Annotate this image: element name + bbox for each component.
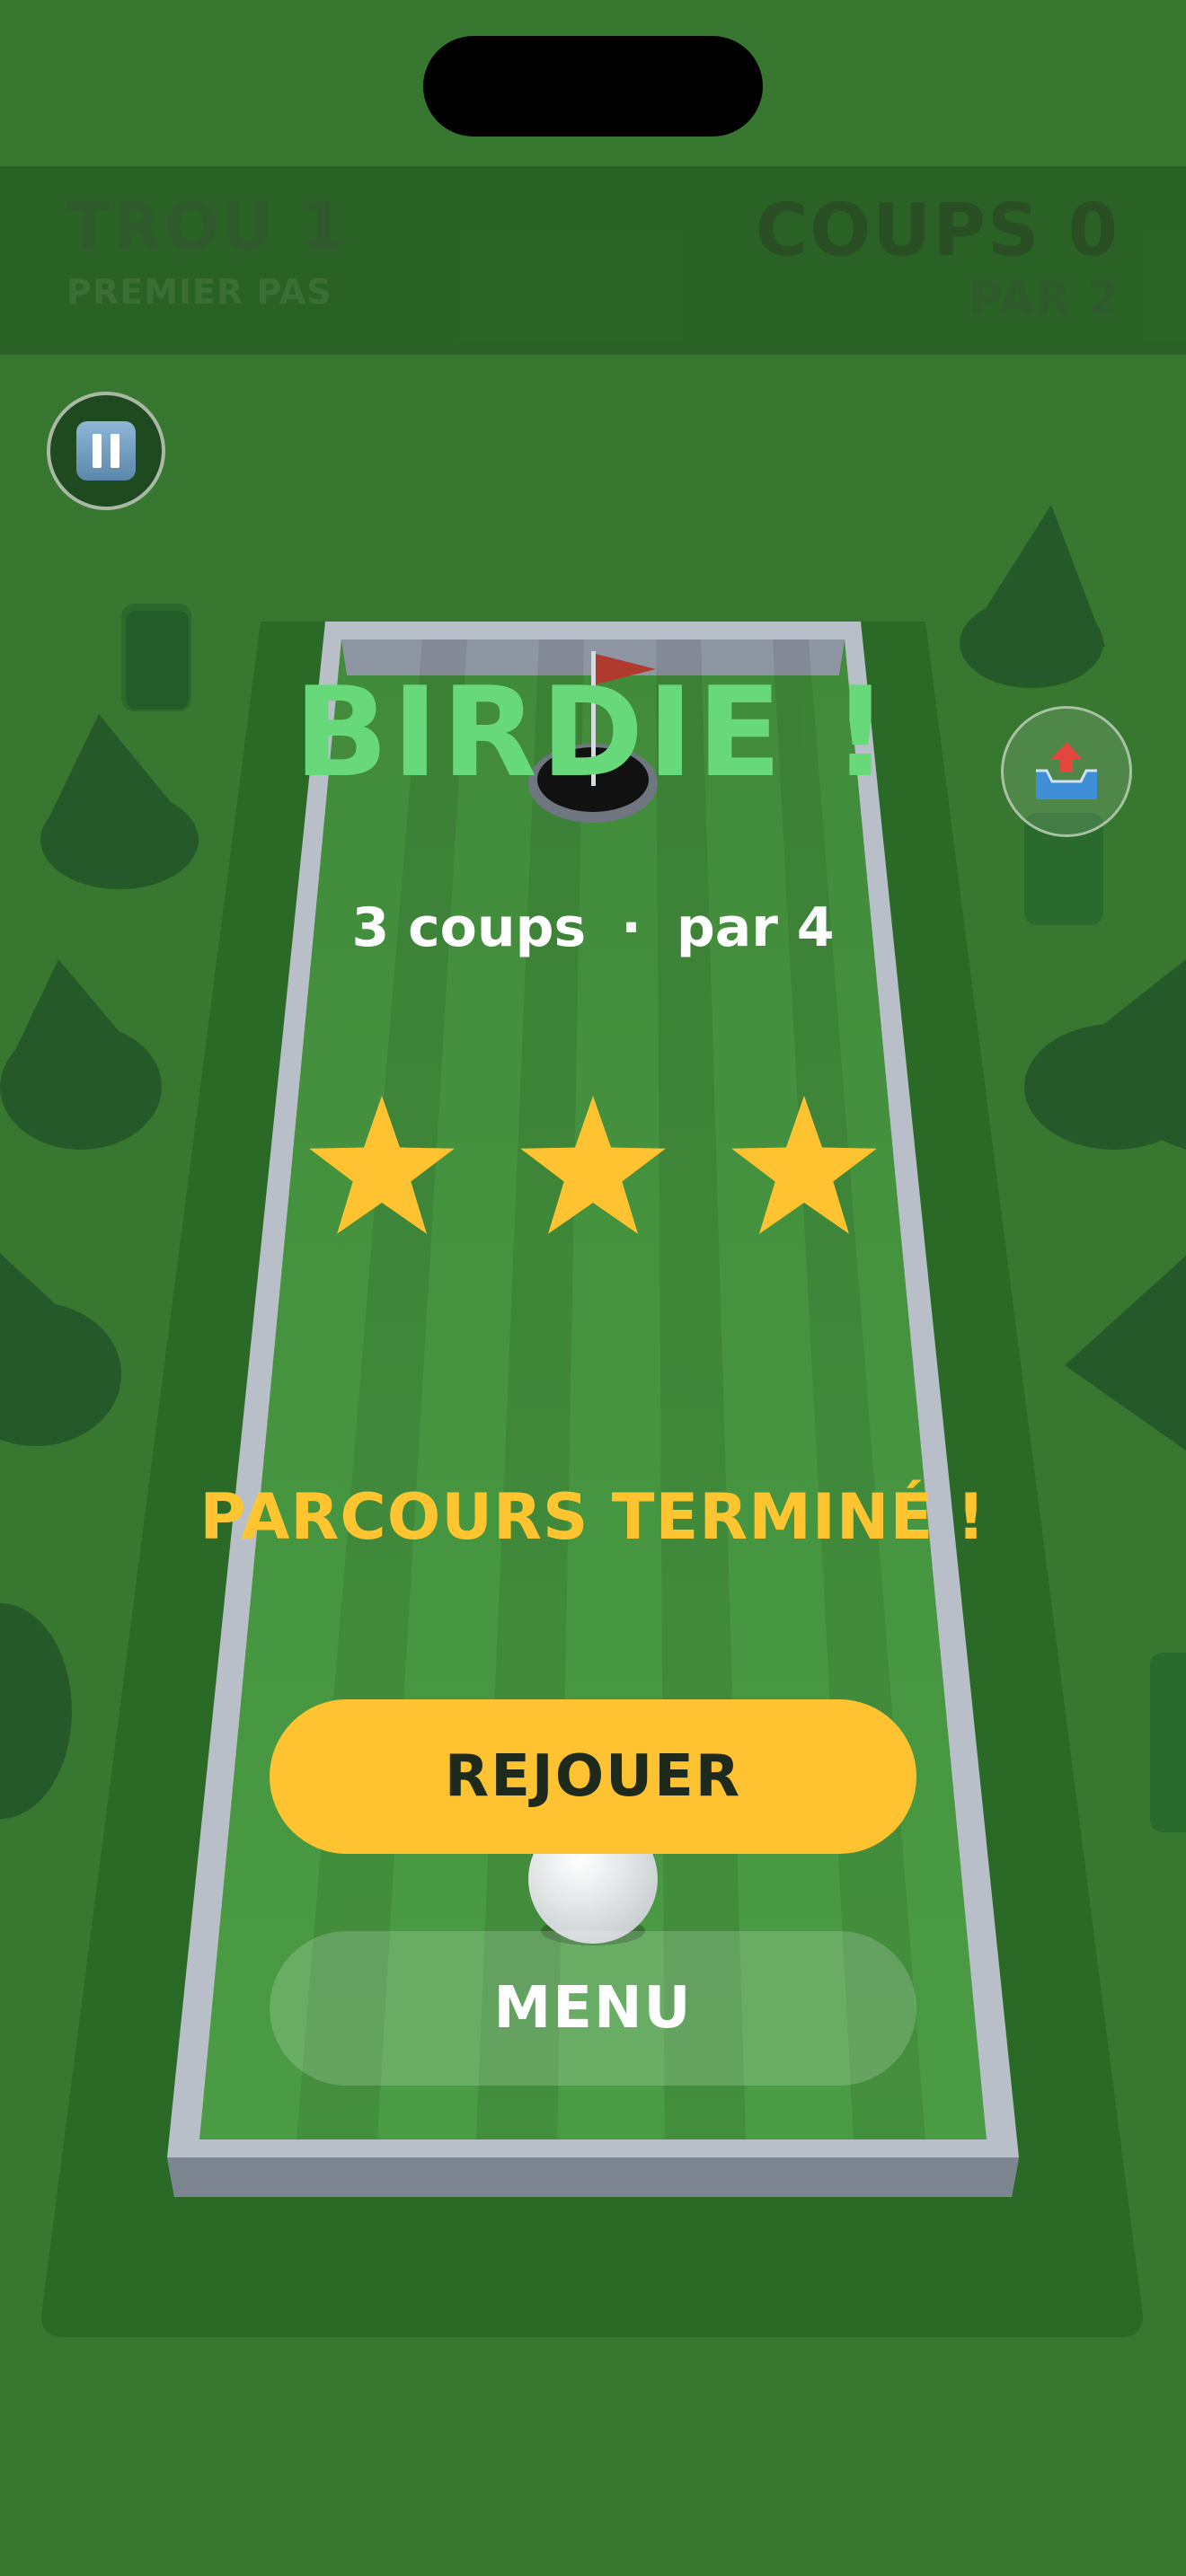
dynamic-island — [423, 36, 763, 137]
separator-dot: · — [621, 896, 642, 959]
replay-button[interactable]: REJOUER — [270, 1699, 916, 1854]
hole-number: TROU 1 — [66, 189, 347, 264]
hole-name: PREMIER PAS — [66, 272, 332, 312]
stars-rating — [309, 1096, 877, 1234]
pause-button[interactable] — [47, 392, 165, 510]
par-label: PAR 2 — [969, 272, 1120, 326]
star-filled-icon — [731, 1096, 877, 1234]
result-title: BIRDIE ! — [294, 660, 892, 805]
hole-par: par 4 — [676, 896, 835, 959]
game-scene — [0, 505, 1186, 2337]
course-complete-label: PARCOURS TERMINÉ ! — [199, 1480, 987, 1554]
menu-button[interactable]: MENU — [270, 1931, 916, 2086]
star-filled-icon — [309, 1096, 455, 1234]
strokes-counter: COUPS 0 — [755, 189, 1120, 272]
result-summary: 3 coups · par 4 — [0, 896, 1186, 959]
strokes-count: 3 coups — [351, 896, 587, 959]
star-filled-icon — [520, 1096, 666, 1234]
pause-icon — [76, 421, 136, 481]
